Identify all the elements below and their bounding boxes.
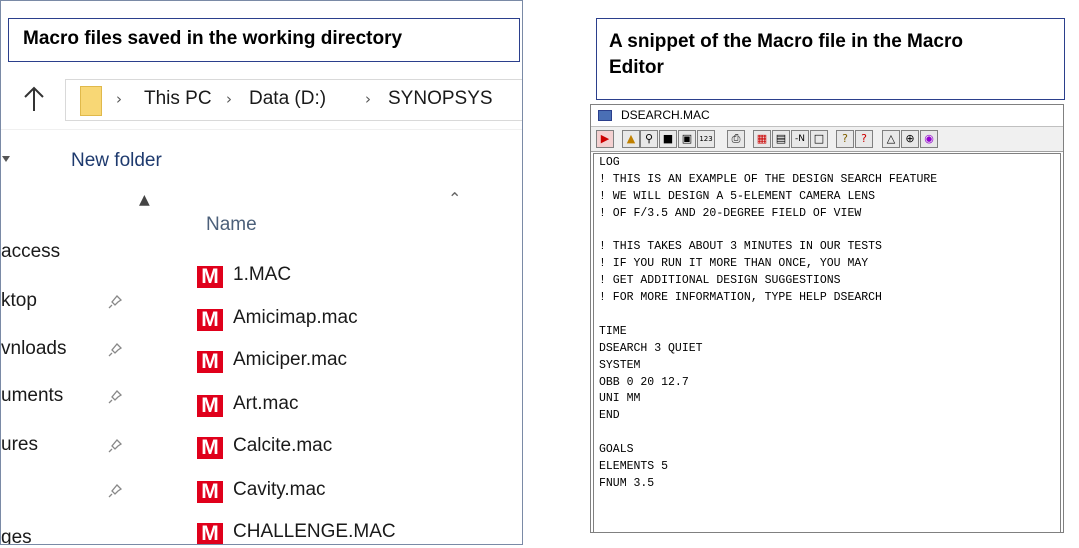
pin-icon	[108, 484, 123, 498]
file-list: ⌃ Name M 1.MAC M Amicimap.mac M Amiciper…	[163, 189, 522, 544]
macro-icon[interactable]: ▦	[753, 130, 771, 148]
code-line: ! IF YOU RUN IT MORE THAN ONCE, YOU MAY	[599, 257, 869, 271]
help-icon[interactable]: ?	[836, 130, 854, 148]
right-caption: A snippet of the Macro file in the Macro…	[596, 18, 1065, 100]
file-name: CHALLENGE.MAC	[233, 521, 396, 542]
pin-icon	[108, 343, 123, 357]
code-line: ! WE WILL DESIGN A 5-ELEMENT CAMERA LENS	[599, 189, 876, 203]
left-caption: Macro files saved in the working directo…	[8, 18, 520, 62]
editor-toolbar: ▶ ▲ ⚲ ■ ▣ 123 ⎙ ▦ ▤ -N □ ? ? △ ⊕ ◉	[591, 127, 1063, 152]
scroll-up-icon[interactable]: ▲	[139, 192, 150, 208]
triangle-icon[interactable]: △	[882, 130, 900, 148]
sort-up-icon: ⌃	[448, 189, 462, 208]
file-name: Amiciper.mac	[233, 349, 348, 370]
pin-icon	[108, 439, 123, 453]
macro-editor-window: DSEARCH.MAC ▶ ▲ ⚲ ■ ▣ 123 ⎙ ▦ ▤ -N □ ? ?…	[590, 104, 1064, 533]
editor-text-area[interactable]: LOG ! THIS IS AN EXAMPLE OF THE DESIGN S…	[593, 153, 1061, 532]
column-header-name[interactable]: Name	[206, 214, 257, 236]
dropdown-caret-icon[interactable]	[2, 156, 10, 162]
breadcrumb-separator-icon: ›	[365, 90, 371, 108]
file-name: Calcite.mac	[233, 435, 333, 456]
exit-icon[interactable]: ▶	[596, 130, 614, 148]
right-caption-line2: Editor	[609, 57, 664, 78]
save-icon[interactable]: ■	[659, 130, 677, 148]
breadcrumb-separator-icon: ›	[226, 90, 232, 108]
open-icon[interactable]: ▲	[622, 130, 640, 148]
macro-file-icon: M	[197, 266, 223, 288]
sidebar-item-downloads[interactable]: vnloads	[1, 338, 67, 360]
breadcrumb-synopsys[interactable]: SYNOPSYS	[388, 88, 493, 110]
new-folder-button[interactable]: New folder	[71, 150, 162, 172]
macro-file-icon: M	[197, 395, 223, 417]
file-name: Amicimap.mac	[233, 307, 358, 328]
save-as-icon[interactable]: ▣	[678, 130, 696, 148]
sidebar-item-images[interactable]: ges	[1, 527, 32, 544]
up-arrow-icon[interactable]	[22, 85, 46, 113]
code-line: UNI MM	[599, 392, 641, 406]
code-line: SYSTEM	[599, 358, 641, 372]
macro-file-icon: M	[197, 523, 223, 544]
minus-n-icon[interactable]: -N	[791, 130, 809, 148]
code-line: FNUM 3.5	[599, 476, 655, 490]
editor-titlebar: DSEARCH.MAC	[591, 105, 1063, 127]
macro-file-icon: M	[197, 481, 223, 503]
window-icon	[598, 110, 612, 121]
print-icon[interactable]: ⎙	[727, 130, 745, 148]
macro-file-icon: M	[197, 309, 223, 331]
code-line: END	[599, 409, 620, 423]
right-caption-line1: A snippet of the Macro file in the Macro	[609, 31, 963, 52]
sidebar-item-pictures[interactable]: ures	[1, 434, 38, 456]
code-line: DSEARCH 3 QUIET	[599, 341, 703, 355]
code-line: ! FOR MORE INFORMATION, TYPE HELP DSEARC…	[599, 291, 882, 305]
macro-file-icon: M	[197, 351, 223, 373]
code-line: TIME	[599, 324, 627, 338]
box-icon[interactable]: □	[810, 130, 828, 148]
numbers-icon[interactable]: 123	[697, 130, 715, 148]
target-icon[interactable]: ⊕	[901, 130, 919, 148]
sidebar-item-quick-access[interactable]: access	[1, 241, 60, 263]
code-line: GOALS	[599, 443, 634, 457]
file-name: 1.MAC	[233, 264, 292, 285]
code-line: ELEMENTS 5	[599, 460, 669, 474]
breadcrumb-data-drive[interactable]: Data (D:)	[249, 88, 326, 110]
lens-icon[interactable]: ◉	[920, 130, 938, 148]
code-line: ! GET ADDITIONAL DESIGN SUGGESTIONS	[599, 274, 841, 288]
file-name: Cavity.mac	[233, 479, 326, 500]
code-line: OBB 0 20 12.7	[599, 375, 689, 389]
editor-title: DSEARCH.MAC	[621, 108, 710, 122]
macro-file-icon: M	[197, 437, 223, 459]
file-explorer-panel: › This PC › Data (D:) › SYNOPSYS New fol…	[0, 0, 523, 545]
address-bar[interactable]: › This PC › Data (D:) › SYNOPSYS	[65, 79, 522, 121]
find-icon[interactable]: ⚲	[640, 130, 658, 148]
pin-icon	[108, 390, 123, 404]
sidebar-item-documents[interactable]: uments	[1, 385, 63, 407]
help-context-icon[interactable]: ?	[855, 130, 873, 148]
folder-icon	[80, 86, 102, 116]
sidebar-item-desktop[interactable]: ktop	[1, 290, 37, 312]
code-line: ! THIS IS AN EXAMPLE OF THE DESIGN SEARC…	[599, 172, 938, 186]
code-line: LOG	[599, 156, 620, 169]
breadcrumb-this-pc[interactable]: This PC	[144, 88, 212, 110]
pin-icon	[108, 295, 123, 309]
navigation-pane: ▲ access ktop vnloads uments ures ges	[1, 189, 161, 544]
breadcrumb-separator-icon: ›	[116, 90, 122, 108]
page-icon[interactable]: ▤	[772, 130, 790, 148]
code-line: ! OF F/3.5 AND 20-DEGREE FIELD OF VIEW	[599, 206, 862, 220]
code-line: ! THIS TAKES ABOUT 3 MINUTES IN OUR TEST…	[599, 240, 882, 254]
explorer-toolbar: New folder	[1, 129, 522, 190]
address-bar-row: › This PC › Data (D:) › SYNOPSYS	[1, 71, 522, 126]
file-name: Art.mac	[233, 393, 299, 414]
